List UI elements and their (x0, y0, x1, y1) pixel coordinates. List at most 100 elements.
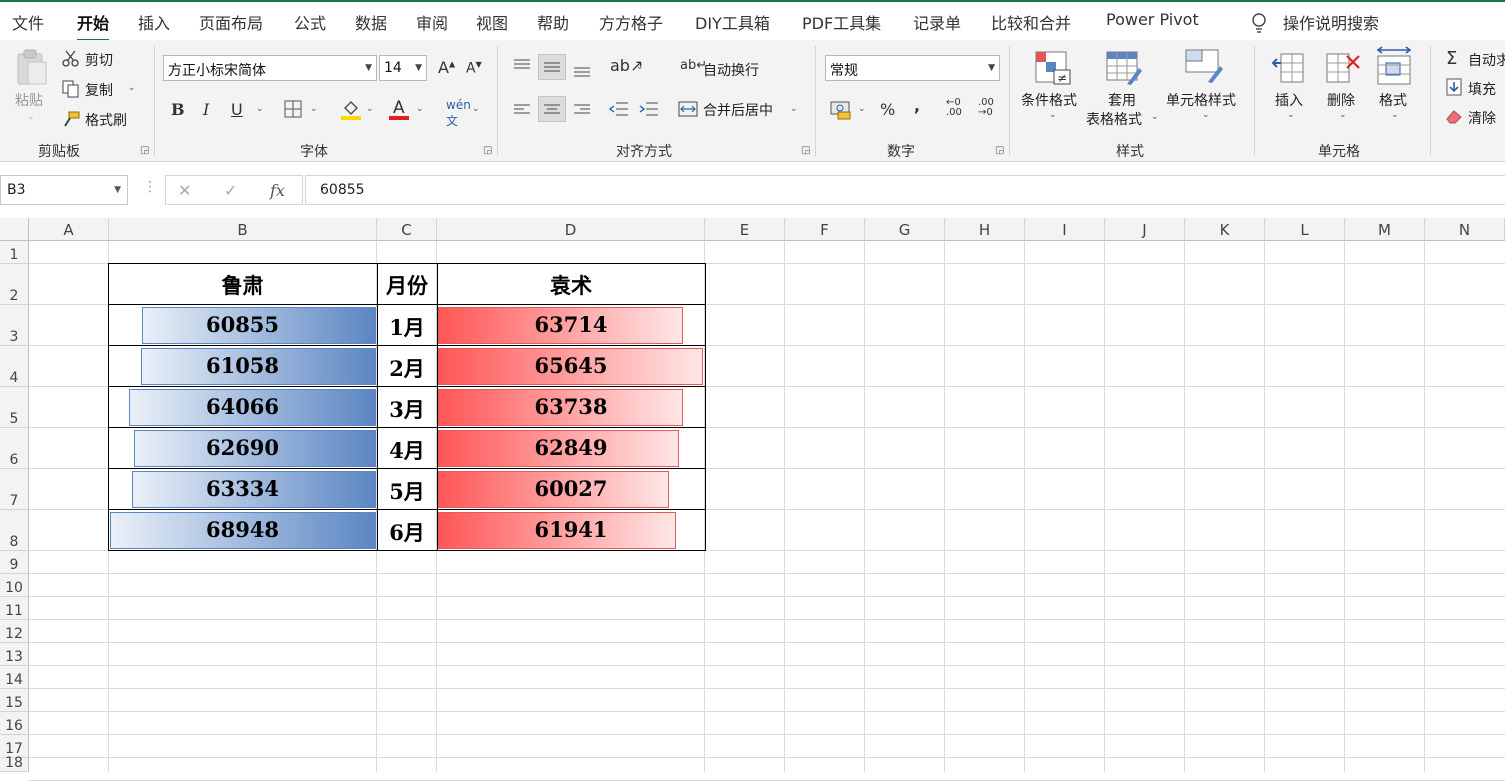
column-header-H[interactable]: H (945, 218, 1025, 241)
row-header-10[interactable]: 10 (0, 574, 29, 597)
cell-styles-dropdown-icon[interactable]: ⌄ (1202, 110, 1210, 120)
format-painter-button[interactable]: 格式刷 (85, 110, 127, 130)
wrap-text-button[interactable]: 自动换行 (703, 60, 759, 80)
currency-dropdown-icon[interactable]: ⌄ (858, 104, 866, 114)
merge-center-button[interactable]: 合并后居中 (703, 100, 773, 120)
tab-power-pivot[interactable]: Power Pivot (1106, 10, 1199, 29)
borders-icon[interactable] (284, 100, 302, 118)
clipboard-launcher-icon[interactable]: ◲ (140, 145, 149, 156)
column-header-C[interactable]: C (377, 218, 437, 241)
font-color-dropdown-icon[interactable]: ⌄ (416, 104, 424, 114)
borders-dropdown-icon[interactable]: ⌄ (310, 104, 318, 114)
top-align-icon[interactable] (512, 58, 532, 74)
currency-format-icon[interactable] (830, 98, 852, 120)
tab-view[interactable]: 视图 (476, 10, 508, 34)
tell-me-search[interactable]: 操作说明搜索 (1283, 10, 1379, 34)
phonetic-dropdown-icon[interactable]: ⌄ (472, 104, 480, 114)
orientation-dropdown-icon[interactable]: ⌄ (636, 62, 644, 72)
underline-dropdown-icon[interactable]: ⌄ (256, 104, 264, 114)
column-header-K[interactable]: K (1185, 218, 1265, 241)
fill-color-dropdown-icon[interactable]: ⌄ (366, 104, 374, 114)
increase-indent-icon[interactable] (638, 100, 660, 118)
row-header-4[interactable]: 4 (0, 346, 29, 387)
fill-color-icon[interactable] (340, 98, 362, 120)
decrease-decimal-icon[interactable]: .00 →0 (978, 98, 994, 118)
select-all-corner[interactable] (0, 218, 29, 241)
format-as-table-label-2[interactable]: 表格格式 (1086, 109, 1142, 129)
italic-button[interactable]: I (203, 100, 209, 119)
column-header-A[interactable]: A (29, 218, 109, 241)
font-launcher-icon[interactable]: ◲ (483, 145, 492, 156)
column-header-G[interactable]: G (865, 218, 945, 241)
tab-home[interactable]: 开始 (77, 10, 110, 42)
paste-dropdown-icon[interactable]: ⌄ (27, 112, 35, 122)
font-name-dropdown[interactable]: 方正小标宋简体 ▼ (163, 55, 377, 81)
copy-button[interactable]: 复制 (85, 80, 113, 100)
row-header-9[interactable]: 9 (0, 551, 29, 574)
tab-fangfang[interactable]: 方方格子 (599, 10, 663, 34)
column-header-N[interactable]: N (1425, 218, 1505, 241)
row-header-5[interactable]: 5 (0, 387, 29, 428)
column-header-E[interactable]: E (705, 218, 785, 241)
vertical-ellipsis-icon[interactable]: ⋮ (143, 179, 157, 195)
number-launcher-icon[interactable]: ◲ (995, 145, 1004, 156)
tab-compare-merge[interactable]: 比较和合并 (991, 10, 1071, 34)
column-header-D[interactable]: D (437, 218, 705, 241)
insert-function-icon[interactable]: fx (270, 181, 285, 200)
row-header-1[interactable]: 1 (0, 241, 29, 264)
column-header-L[interactable]: L (1265, 218, 1345, 241)
cut-button[interactable]: 剪切 (85, 50, 113, 70)
worksheet-grid[interactable]: ABCDEFGHIJKLMN 1 2 3 4 5 6 7 8 9 10 11 12 13 14 15 16 17… (0, 218, 1505, 781)
delete-cells-button[interactable]: 删除 (1327, 90, 1355, 110)
row-header-7[interactable]: 7 (0, 469, 29, 510)
table-format-dropdown-icon[interactable]: ⌄ (1151, 112, 1159, 122)
middle-align-button[interactable] (538, 54, 566, 80)
row-header-6[interactable]: 6 (0, 428, 29, 469)
row-header-18[interactable]: 18 (0, 755, 29, 772)
paste-button[interactable]: 粘贴 (15, 90, 43, 110)
tab-diy-toolbox[interactable]: DIY工具箱 (695, 10, 770, 34)
row-header-14[interactable]: 14 (0, 666, 29, 689)
conditional-formatting-button[interactable]: 条件格式 (1021, 90, 1077, 110)
row-header-11[interactable]: 11 (0, 597, 29, 620)
tab-file[interactable]: 文件 (12, 10, 44, 34)
tab-formulas[interactable]: 公式 (294, 10, 326, 34)
column-header-F[interactable]: F (785, 218, 865, 241)
clear-button[interactable]: 清除 (1468, 108, 1496, 128)
row-header-16[interactable]: 16 (0, 712, 29, 735)
tab-page-layout[interactable]: 页面布局 (199, 10, 263, 34)
decrease-font-size-icon[interactable]: A▼ (466, 60, 482, 77)
row-header-15[interactable]: 15 (0, 689, 29, 712)
decrease-indent-icon[interactable] (608, 100, 630, 118)
format-as-table-label-1[interactable]: 套用 (1108, 90, 1136, 110)
paste-icon[interactable] (14, 48, 50, 88)
increase-decimal-icon[interactable]: ←0.00 (946, 98, 962, 118)
row-header-12[interactable]: 12 (0, 620, 29, 643)
row-header-8[interactable]: 8 (0, 510, 29, 551)
align-center-button[interactable] (538, 96, 566, 122)
merge-dropdown-icon[interactable]: ⌄ (790, 104, 798, 114)
bold-button[interactable]: B (171, 100, 185, 119)
tab-pdf-tools[interactable]: PDF工具集 (802, 10, 881, 34)
tab-record-sheet[interactable]: 记录单 (913, 10, 961, 34)
alignment-launcher-icon[interactable]: ◲ (801, 145, 810, 156)
insert-cells-button[interactable]: 插入 (1275, 90, 1303, 110)
insert-dropdown-icon[interactable]: ⌄ (1287, 110, 1295, 120)
number-format-dropdown[interactable]: 常规 ▼ (825, 55, 1000, 81)
format-dropdown-icon[interactable]: ⌄ (1391, 110, 1399, 120)
enter-icon[interactable]: ✓ (224, 181, 237, 200)
name-box[interactable]: B3 ▼ (0, 175, 128, 205)
autosum-button[interactable]: 自动求 (1468, 50, 1505, 70)
column-header-M[interactable]: M (1345, 218, 1425, 241)
font-size-dropdown[interactable]: 14 ▼ (379, 55, 427, 81)
fill-button[interactable]: 填充 (1468, 79, 1496, 99)
tab-data[interactable]: 数据 (355, 10, 387, 34)
tab-review[interactable]: 审阅 (416, 10, 448, 34)
column-header-J[interactable]: J (1105, 218, 1185, 241)
lightbulb-icon[interactable] (1250, 12, 1268, 34)
phonetic-guide-icon[interactable]: wén 文 (446, 98, 471, 129)
copy-dropdown-icon[interactable]: ⌄ (128, 83, 136, 93)
row-header-13[interactable]: 13 (0, 643, 29, 666)
cell-styles-button[interactable]: 单元格样式 (1166, 90, 1236, 110)
comma-style-button[interactable]: , (914, 96, 920, 115)
